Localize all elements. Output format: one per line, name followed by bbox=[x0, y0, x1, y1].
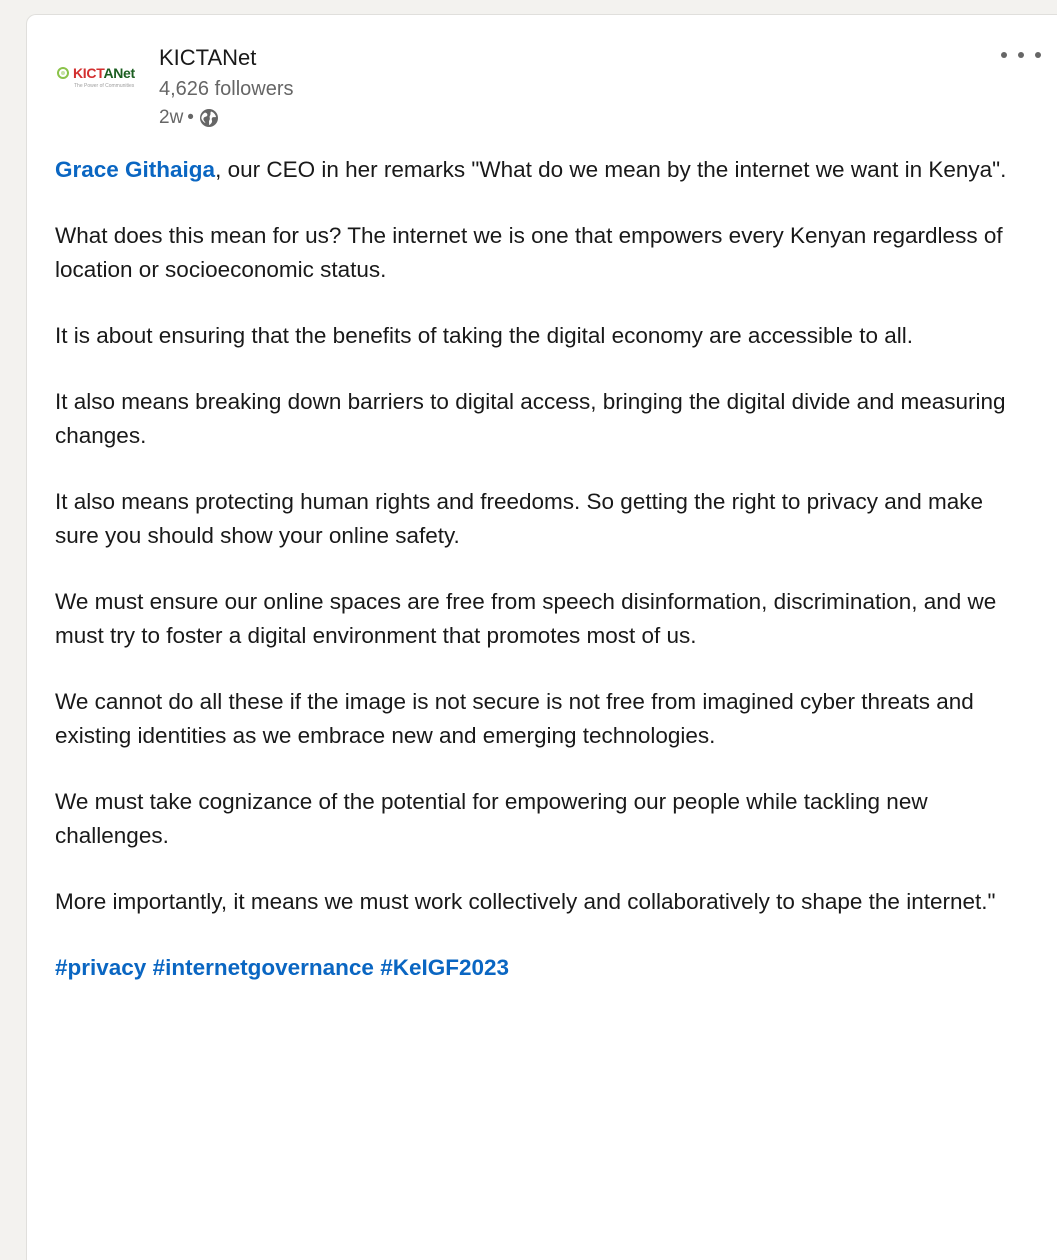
globe-icon bbox=[199, 109, 218, 127]
follower-count: 4,626 followers bbox=[159, 78, 294, 100]
logo-tagline: The Power of Communities bbox=[74, 83, 135, 89]
logo-wordmark: KICTANet bbox=[73, 65, 135, 81]
post-meta: 2w • bbox=[159, 105, 294, 131]
post-paragraph: It is about ensuring that the benefits o… bbox=[55, 323, 914, 348]
more-options-button[interactable] bbox=[1001, 45, 1041, 65]
ellipsis-dot bbox=[1035, 52, 1041, 58]
post-time: 2w bbox=[159, 107, 184, 128]
post-card: KICTANet The Power of Communities KICTAN… bbox=[26, 14, 1057, 1260]
ellipsis-horizontal-icon bbox=[1001, 52, 1007, 58]
hashtag-link[interactable]: #KeIGF2023 bbox=[380, 955, 509, 980]
logo-mark-icon bbox=[57, 67, 69, 79]
intro-text: , our CEO in her remarks "What do we mea… bbox=[215, 157, 1007, 182]
post-paragraph: It also means breaking down barriers to … bbox=[55, 389, 1006, 448]
post-header: KICTANet The Power of Communities KICTAN… bbox=[27, 15, 1057, 145]
post-paragraph: What does this mean for us? The internet… bbox=[55, 223, 1003, 282]
post-paragraph: More importantly, it means we must work … bbox=[55, 889, 996, 914]
author-info: KICTANet 4,626 followers 2w • bbox=[159, 43, 294, 131]
post-intro: Grace Githaiga, our CEO in her remarks "… bbox=[55, 153, 1030, 187]
hashtag-link[interactable]: #internetgovernance bbox=[153, 955, 374, 980]
post-paragraph: It also means protecting human rights an… bbox=[55, 489, 984, 548]
mention-link[interactable]: Grace Githaiga bbox=[55, 157, 215, 182]
meta-separator: • bbox=[187, 107, 194, 128]
author-name[interactable]: KICTANet bbox=[159, 43, 294, 73]
post-paragraph: We cannot do all these if the image is n… bbox=[55, 689, 974, 748]
post-paragraph: We must ensure our online spaces are fre… bbox=[55, 589, 997, 648]
post-body: Grace Githaiga, our CEO in her remarks "… bbox=[55, 153, 1030, 1017]
hashtag-link[interactable]: #privacy bbox=[55, 955, 146, 980]
post-paragraph: We must take cognizance of the potential… bbox=[55, 789, 928, 848]
company-logo[interactable]: KICTANet The Power of Communities bbox=[57, 65, 149, 105]
hashtag-list: #privacy #internetgovernance #KeIGF2023 bbox=[55, 951, 1030, 985]
ellipsis-dot bbox=[1018, 52, 1024, 58]
